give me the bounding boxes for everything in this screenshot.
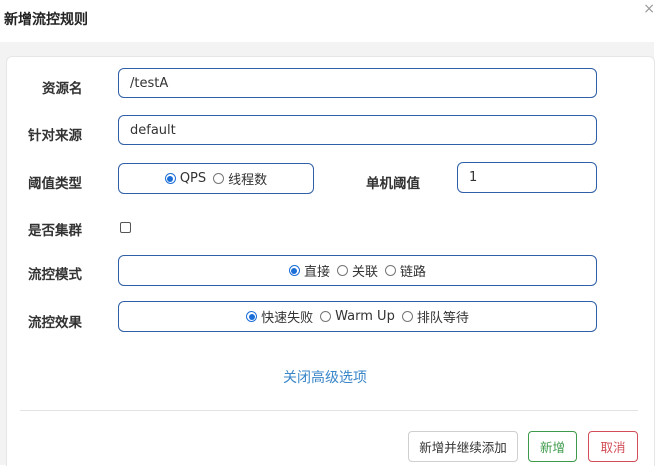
radio-icon[interactable]: [401, 311, 413, 322]
radio-selected-icon[interactable]: [164, 173, 176, 184]
resource-label: 资源名: [42, 81, 83, 97]
add-button[interactable]: 新增: [528, 431, 577, 462]
limit-app-label: 针对来源: [28, 128, 82, 144]
strategy-option-chain[interactable]: 链路: [385, 261, 426, 280]
footer-divider: [20, 410, 638, 411]
strategy-label: 流控模式: [28, 267, 82, 283]
count-label: 单机阈值: [366, 176, 420, 192]
radio-selected-icon[interactable]: [246, 311, 258, 322]
radio-selected-icon[interactable]: [288, 265, 300, 276]
grade-option-threads[interactable]: 线程数: [213, 169, 267, 188]
limit-app-input[interactable]: [118, 115, 597, 145]
strategy-option-direct[interactable]: 直接: [288, 261, 330, 280]
advanced-options-toggle[interactable]: 关闭高级选项: [283, 367, 367, 387]
behavior-option-warm-up[interactable]: Warm Up: [320, 309, 395, 324]
add-and-continue-button[interactable]: 新增并继续添加: [408, 431, 518, 462]
behavior-option-queue[interactable]: 排队等待: [401, 307, 469, 326]
radio-icon[interactable]: [336, 265, 348, 276]
cluster-label: 是否集群: [28, 223, 82, 239]
strategy-radio-group: 直接 关联 链路: [118, 255, 597, 286]
close-icon[interactable]: ×: [643, 2, 655, 16]
grade-radio-group: QPS 线程数: [118, 163, 314, 194]
behavior-option-fast-fail[interactable]: 快速失败: [246, 307, 313, 326]
grade-label: 阈值类型: [28, 176, 82, 192]
count-input[interactable]: [457, 162, 597, 193]
strategy-option-relate[interactable]: 关联: [336, 261, 378, 280]
control-behavior-radio-group: 快速失败 Warm Up 排队等待: [118, 301, 597, 332]
radio-icon[interactable]: [213, 173, 225, 184]
grade-option-qps[interactable]: QPS: [164, 171, 206, 186]
control-behavior-label: 流控效果: [28, 315, 82, 331]
radio-icon[interactable]: [320, 311, 332, 322]
cancel-button[interactable]: 取消: [588, 431, 638, 462]
dialog-title: 新增流控规则: [4, 12, 88, 28]
cluster-checkbox[interactable]: [120, 222, 131, 233]
dialog-header: 新增流控规则 ×: [0, 0, 659, 42]
resource-input[interactable]: [118, 68, 597, 98]
radio-icon[interactable]: [385, 265, 396, 276]
